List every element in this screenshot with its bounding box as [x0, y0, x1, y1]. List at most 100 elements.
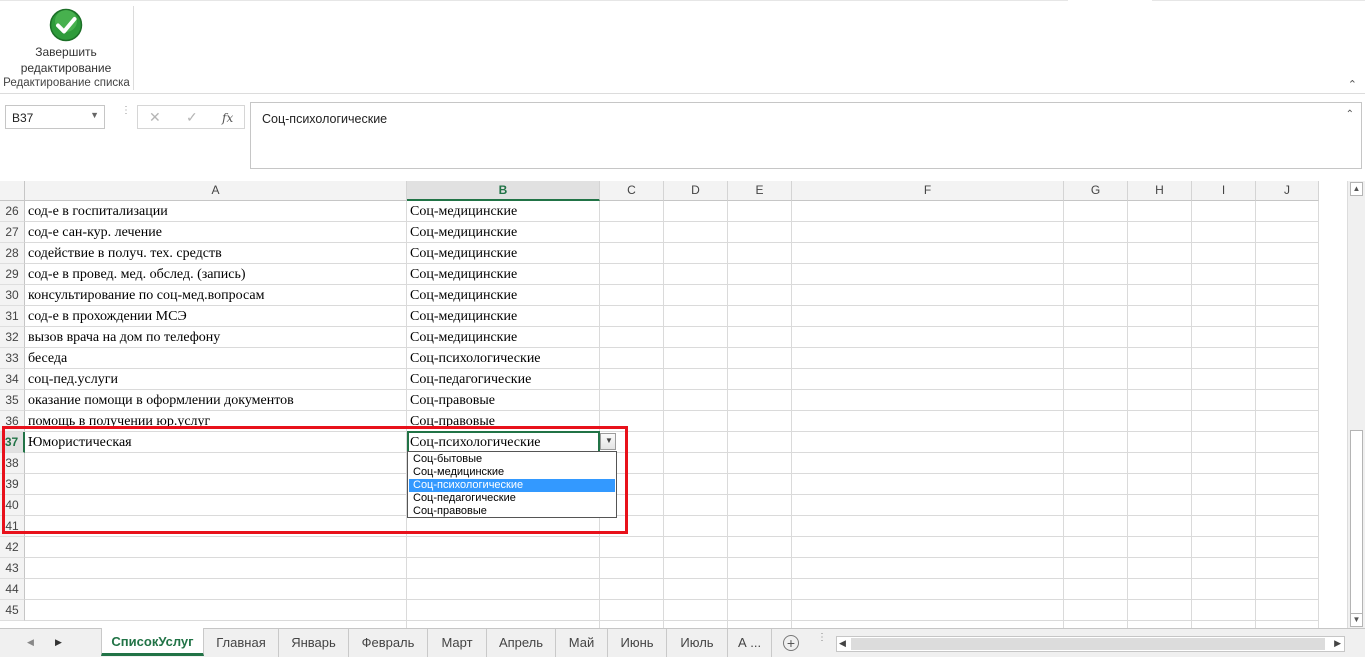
formula-bar: B37 ▼ ⋮ ✕ ✓ fx Соц-психологические ⌃	[0, 95, 1365, 181]
finish-editing-button[interactable]: Завершить редактирование	[16, 6, 116, 75]
row-header-35[interactable]: 35	[0, 390, 25, 411]
plus-circle-icon[interactable]: +	[783, 635, 799, 651]
column-header-j[interactable]: J	[1256, 181, 1319, 201]
sheet-tab[interactable]: СписокУслуг	[101, 628, 204, 656]
row-header-31[interactable]: 31	[0, 306, 25, 327]
cell-b45[interactable]	[407, 600, 600, 621]
sheet-tab[interactable]: Главная	[204, 629, 279, 657]
column-header-g[interactable]: G	[1064, 181, 1128, 201]
sheet-tab[interactable]: Июнь	[608, 629, 667, 657]
cell-b35[interactable]: Соц-правовые	[407, 390, 600, 411]
column-header-b[interactable]: B	[407, 181, 600, 201]
scroll-down-icon[interactable]: ▼	[1350, 613, 1363, 627]
sheet-tab[interactable]: Май	[556, 629, 608, 657]
row-header-29[interactable]: 29	[0, 264, 25, 285]
scroll-left-icon[interactable]: ◀	[839, 638, 846, 649]
cell-a43[interactable]	[25, 558, 407, 579]
tab-scroll-right-icon[interactable]: ▶	[55, 637, 62, 648]
vertical-scrollbar[interactable]: ▲ ▼	[1347, 181, 1365, 628]
sheet-tab[interactable]: Апрель	[487, 629, 556, 657]
column-header-f[interactable]: F	[792, 181, 1064, 201]
column-header-e[interactable]: E	[728, 181, 792, 201]
cell-a35[interactable]: оказание помощи в оформлении документов	[25, 390, 407, 411]
column-header-i[interactable]: I	[1192, 181, 1256, 201]
sheet-tab[interactable]: А ...	[728, 629, 772, 657]
cell-b44[interactable]	[407, 579, 600, 600]
cell-a32[interactable]: вызов врача на дом по телефону	[25, 327, 407, 348]
row-header-27[interactable]: 27	[0, 222, 25, 243]
cell-b34[interactable]: Соц-педагогические	[407, 369, 600, 390]
cell-b28[interactable]: Соц-медицинские	[407, 243, 600, 264]
row-header-33[interactable]: 33	[0, 348, 25, 369]
cell-a27[interactable]: сод-е сан-кур. лечение	[25, 222, 407, 243]
chevron-up-icon[interactable]: ⌃	[1348, 78, 1357, 91]
tab-scroll-left-icon[interactable]: ◀	[27, 637, 34, 648]
cell-a30[interactable]: консультирование по соц-мед.вопросам	[25, 285, 407, 306]
row-header-44[interactable]: 44	[0, 579, 25, 600]
finish-editing-label-line1: Завершить	[35, 45, 97, 59]
column-header-d[interactable]: D	[664, 181, 728, 201]
cell-b27[interactable]: Соц-медицинские	[407, 222, 600, 243]
row-header-43[interactable]: 43	[0, 558, 25, 579]
chevron-down-icon[interactable]: ▼	[90, 110, 99, 120]
cell-a28[interactable]: содействие в получ. тех. средств	[25, 243, 407, 264]
sheet-tab-bar: ◀ ▶ СписокУслуг Главная Январь Февраль Март А…	[0, 628, 1365, 657]
column-gridline	[1191, 201, 1192, 628]
cell-b26[interactable]: Соц-медицинские	[407, 201, 600, 222]
cell-b43[interactable]	[407, 558, 600, 579]
sheet-tab[interactable]: Февраль	[349, 629, 428, 657]
formula-input[interactable]: Соц-психологические ⌃	[250, 102, 1362, 169]
cross-icon[interactable]: ✕	[149, 109, 161, 126]
cell-a26[interactable]: сод-е в госпитализации	[25, 201, 407, 222]
column-header-h[interactable]: H	[1128, 181, 1192, 201]
tab-splitter-icon[interactable]: ⋮	[817, 633, 827, 643]
name-box[interactable]: B37 ▼	[5, 105, 105, 129]
cell-a42[interactable]	[25, 537, 407, 558]
ribbon-group-label: Редактирование списка	[3, 77, 130, 89]
resize-handle-icon[interactable]: ⋮	[121, 106, 131, 125]
row-header-32[interactable]: 32	[0, 327, 25, 348]
horizontal-scroll-thumb[interactable]	[851, 638, 1325, 650]
column-gridline	[1063, 201, 1064, 628]
column-gridline	[1318, 201, 1319, 628]
ribbon-group-separator	[133, 6, 134, 90]
insert-function-icon[interactable]: fx	[222, 111, 233, 125]
sheet-tab[interactable]: Январь	[279, 629, 349, 657]
sheet-tab[interactable]: Март	[428, 629, 487, 657]
cell-b29[interactable]: Соц-медицинские	[407, 264, 600, 285]
vertical-scroll-thumb[interactable]	[1350, 430, 1363, 616]
row-header-26[interactable]: 26	[0, 201, 25, 222]
check-icon[interactable]: ✓	[186, 109, 198, 126]
cell-b33[interactable]: Соц-психологические	[407, 348, 600, 369]
column-gridline	[663, 201, 664, 628]
row-header-28[interactable]: 28	[0, 243, 25, 264]
select-all-corner[interactable]	[0, 181, 25, 201]
cell-b32[interactable]: Соц-медицинские	[407, 327, 600, 348]
cell-a33[interactable]: беседа	[25, 348, 407, 369]
collapse-formula-bar-icon[interactable]: ⌃	[1346, 109, 1354, 120]
green-check-icon	[49, 8, 83, 42]
cell-a29[interactable]: сод-е в провед. мед. обслед. (запись)	[25, 264, 407, 285]
spreadsheet-grid[interactable]: ABCDEFGHIJ 26 сод-е в госпитализации Соц-м…	[0, 181, 1347, 628]
row-header-45[interactable]: 45	[0, 600, 25, 621]
ribbon: Завершить редактирование Редактирование …	[0, 0, 1365, 94]
horizontal-scrollbar[interactable]: ◀ ▶	[836, 636, 1345, 652]
row-header-42[interactable]: 42	[0, 537, 25, 558]
cell-a31[interactable]: сод-е в прохождении МСЭ	[25, 306, 407, 327]
cell-b42[interactable]	[407, 537, 600, 558]
scroll-up-icon[interactable]: ▲	[1350, 182, 1363, 196]
column-gridline	[1255, 201, 1256, 628]
scroll-right-icon[interactable]: ▶	[1334, 638, 1341, 649]
finish-editing-label-line2: редактирование	[20, 61, 112, 75]
row-header-34[interactable]: 34	[0, 369, 25, 390]
cell-a45[interactable]	[25, 600, 407, 621]
cell-b31[interactable]: Соц-медицинские	[407, 306, 600, 327]
sheet-tab[interactable]: Июль	[667, 629, 728, 657]
column-header-a[interactable]: A	[25, 181, 407, 201]
cell-a34[interactable]: соц-пед.услуги	[25, 369, 407, 390]
row-header-30[interactable]: 30	[0, 285, 25, 306]
cell-a44[interactable]	[25, 579, 407, 600]
column-header-c[interactable]: C	[600, 181, 664, 201]
cell-b30[interactable]: Соц-медицинские	[407, 285, 600, 306]
column-gridline	[791, 201, 792, 628]
